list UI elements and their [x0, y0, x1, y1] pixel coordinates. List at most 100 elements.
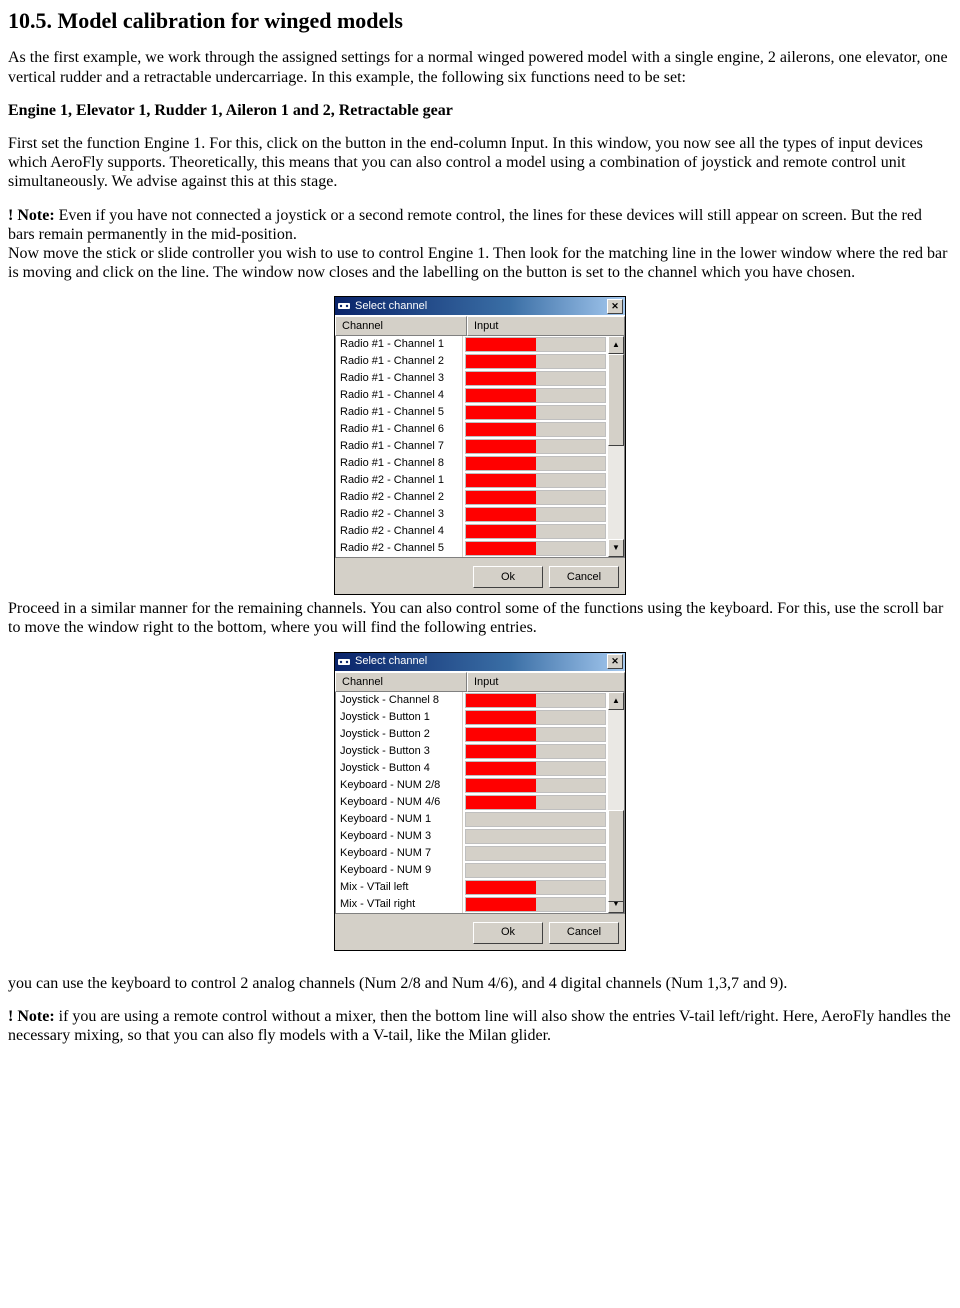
bar-track [465, 541, 606, 556]
bar-track [465, 761, 606, 776]
scroll-track[interactable] [608, 354, 624, 539]
input-bar-cell [463, 387, 608, 404]
channel-label: Keyboard - NUM 3 [336, 828, 463, 845]
bar-fill [466, 762, 536, 775]
list-item[interactable]: Radio #1 - Channel 4 [336, 387, 608, 404]
list-item[interactable]: Radio #2 - Channel 3 [336, 506, 608, 523]
list-item[interactable]: Keyboard - NUM 1 [336, 811, 608, 828]
list-item[interactable]: Joystick - Button 3 [336, 743, 608, 760]
list-item[interactable]: Keyboard - NUM 2/8 [336, 777, 608, 794]
bar-track [465, 693, 606, 708]
input-bar-cell [463, 489, 608, 506]
scroll-down-icon[interactable]: ▼ [608, 539, 624, 557]
bar-fill [466, 711, 536, 724]
scroll-thumb[interactable] [608, 354, 624, 446]
list-item[interactable]: Radio #1 - Channel 7 [336, 438, 608, 455]
list-item[interactable]: Radio #1 - Channel 1 [336, 336, 608, 353]
list-item[interactable]: Radio #1 - Channel 3 [336, 370, 608, 387]
bar-track [465, 371, 606, 386]
cancel-button[interactable]: Cancel [549, 922, 619, 944]
list-item[interactable]: Radio #2 - Channel 5 [336, 540, 608, 557]
cancel-button[interactable]: Cancel [549, 566, 619, 588]
list-item[interactable]: Keyboard - NUM 4/6 [336, 794, 608, 811]
channel-label: Keyboard - NUM 2/8 [336, 777, 463, 794]
scrollbar[interactable]: ▲ ▼ [608, 692, 624, 913]
scroll-up-icon[interactable]: ▲ [608, 336, 624, 354]
bar-track [465, 727, 606, 742]
list-item[interactable]: Radio #1 - Channel 2 [336, 353, 608, 370]
bar-track [465, 388, 606, 403]
list-item[interactable]: Mix - VTail right [336, 896, 608, 913]
functions-line: Engine 1, Elevator 1, Rudder 1, Aileron … [8, 101, 952, 120]
paragraph: As the first example, we work through th… [8, 48, 952, 86]
bar-fill [466, 338, 536, 351]
scrollbar[interactable]: ▲ ▼ [608, 336, 624, 557]
input-bar-cell [463, 811, 608, 828]
channel-label: Radio #1 - Channel 1 [336, 336, 463, 353]
bar-fill [466, 796, 536, 809]
list-item[interactable]: Keyboard - NUM 9 [336, 862, 608, 879]
list-item[interactable]: Radio #2 - Channel 1 [336, 472, 608, 489]
channel-label: Keyboard - NUM 7 [336, 845, 463, 862]
channel-list: Joystick - Channel 8Joystick - Button 1J… [336, 692, 608, 913]
scroll-thumb[interactable] [608, 810, 624, 902]
list-item[interactable]: Mix - VTail left [336, 879, 608, 896]
close-icon[interactable]: ✕ [607, 654, 623, 669]
input-bar-cell [463, 370, 608, 387]
channel-label: Mix - VTail right [336, 896, 463, 913]
dialog-buttons: Ok Cancel [335, 558, 625, 594]
bar-fill [466, 881, 536, 894]
channel-label: Keyboard - NUM 4/6 [336, 794, 463, 811]
column-header-channel[interactable]: Channel [335, 672, 467, 692]
column-header-input[interactable]: Input [467, 672, 625, 692]
channel-label: Radio #2 - Channel 1 [336, 472, 463, 489]
bar-fill [466, 440, 536, 453]
section-heading: 10.5. Model calibration for winged model… [8, 8, 952, 34]
note-prefix: ! Note: [8, 1008, 55, 1025]
list-item[interactable]: Radio #2 - Channel 4 [336, 523, 608, 540]
bar-track [465, 829, 606, 844]
channel-label: Joystick - Button 2 [336, 726, 463, 743]
list-item[interactable]: Joystick - Button 4 [336, 760, 608, 777]
input-bar-cell [463, 726, 608, 743]
list-item[interactable]: Radio #2 - Channel 2 [336, 489, 608, 506]
paragraph: Proceed in a similar manner for the rema… [8, 599, 952, 637]
list-header: Channel Input [335, 671, 625, 692]
bar-fill [466, 355, 536, 368]
bar-track [465, 710, 606, 725]
column-header-input[interactable]: Input [467, 316, 625, 336]
list-item[interactable]: Keyboard - NUM 3 [336, 828, 608, 845]
scroll-track[interactable] [608, 710, 624, 895]
bar-fill [466, 694, 536, 707]
list-item[interactable]: Joystick - Channel 8 [336, 692, 608, 709]
bar-fill [466, 474, 536, 487]
ok-button[interactable]: Ok [473, 566, 543, 588]
select-channel-dialog: Select channel ✕ Channel Input Radio #1 … [334, 296, 626, 595]
channel-label: Radio #2 - Channel 2 [336, 489, 463, 506]
list-item[interactable]: Radio #1 - Channel 8 [336, 455, 608, 472]
channel-label: Radio #1 - Channel 6 [336, 421, 463, 438]
bar-fill [466, 389, 536, 402]
input-bar-cell [463, 353, 608, 370]
column-header-channel[interactable]: Channel [335, 316, 467, 336]
dialog-titlebar[interactable]: Select channel ✕ [335, 297, 625, 315]
close-icon[interactable]: ✕ [607, 299, 623, 314]
dialog-titlebar[interactable]: Select channel ✕ [335, 653, 625, 671]
list-item[interactable]: Keyboard - NUM 7 [336, 845, 608, 862]
channel-label: Mix - VTail left [336, 879, 463, 896]
list-item[interactable]: Joystick - Button 2 [336, 726, 608, 743]
bar-track [465, 524, 606, 539]
input-bar-cell [463, 828, 608, 845]
channel-label: Radio #2 - Channel 5 [336, 540, 463, 557]
input-bar-cell [463, 540, 608, 557]
input-bar-cell [463, 692, 608, 709]
scroll-up-icon[interactable]: ▲ [608, 692, 624, 710]
bar-track [465, 778, 606, 793]
channel-label: Radio #1 - Channel 5 [336, 404, 463, 421]
list-item[interactable]: Radio #1 - Channel 5 [336, 404, 608, 421]
bar-fill [466, 372, 536, 385]
list-item[interactable]: Joystick - Button 1 [336, 709, 608, 726]
ok-button[interactable]: Ok [473, 922, 543, 944]
list-item[interactable]: Radio #1 - Channel 6 [336, 421, 608, 438]
input-bar-cell [463, 404, 608, 421]
